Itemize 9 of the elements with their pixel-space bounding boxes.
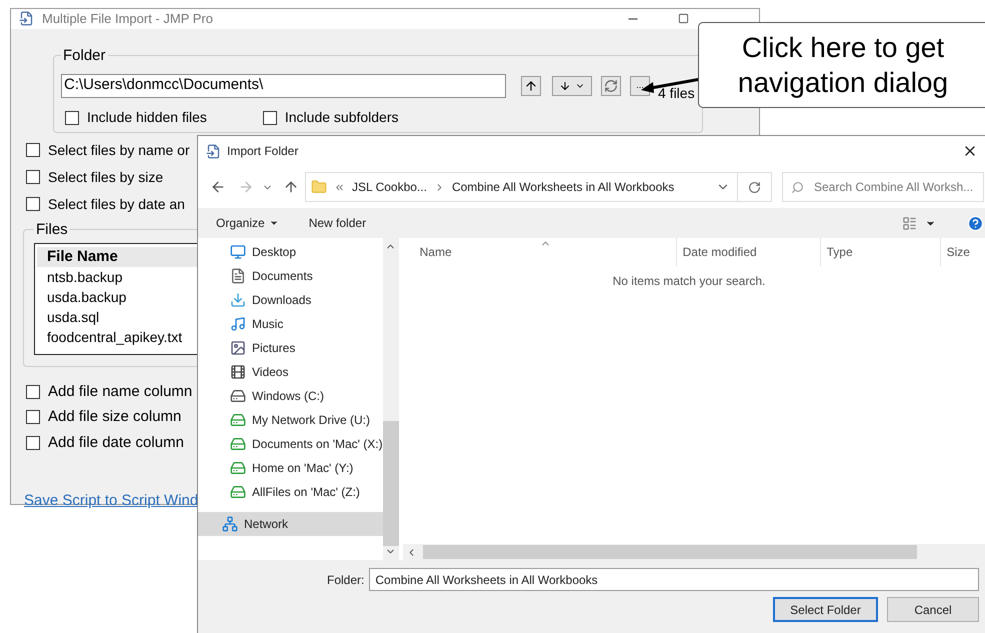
folder-label: Folder: [327, 572, 364, 588]
empty-message: No items match your search. [612, 273, 766, 290]
group-label: Files [35, 220, 69, 240]
group-label: Folder [62, 46, 107, 66]
search-placeholder: Search Combine All Worksh... [814, 179, 974, 196]
window-title: Multiple File Import - JMP Pro [42, 10, 213, 28]
file-count: 4 files [658, 84, 695, 103]
dialog-title: Import Folder [227, 143, 298, 160]
callout: Click here to get navigation dialog [698, 22, 985, 108]
